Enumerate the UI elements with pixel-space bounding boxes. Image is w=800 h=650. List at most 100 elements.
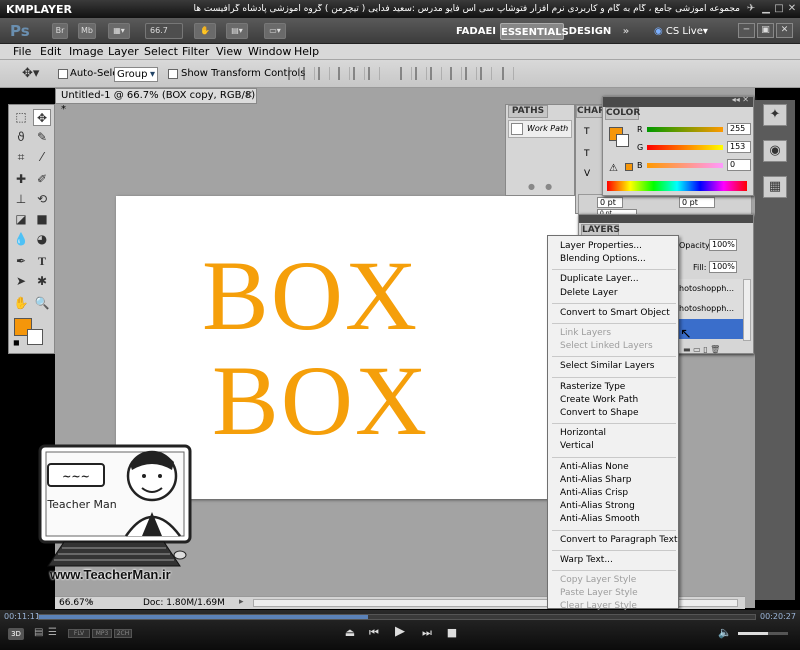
blur-tool-icon[interactable]: 💧 — [12, 231, 30, 248]
zoom-tool-icon[interactable]: 🔍 — [33, 295, 51, 312]
navigator-icon[interactable]: ✦ — [763, 104, 787, 126]
quick-select-tool-icon[interactable]: ✎ — [33, 129, 51, 146]
more-workspaces-icon[interactable]: » — [616, 23, 636, 40]
character-tab[interactable]: CHAR — [576, 105, 605, 118]
b-value[interactable]: 0 — [727, 159, 751, 171]
layer-row-2[interactable]: hotoshopph... — [679, 299, 743, 319]
lasso-tool-icon[interactable]: ϑ — [12, 129, 30, 146]
default-colors-icon[interactable]: ◼ — [13, 338, 20, 347]
playlist-icon[interactable]: ▤ — [34, 627, 43, 638]
menu-item-anti-alias-strong[interactable]: Anti-Alias Strong — [560, 500, 635, 512]
menu-edit[interactable]: Edit — [40, 45, 61, 58]
workspace-essentials[interactable]: ESSENTIALS — [500, 23, 569, 40]
menu-item-anti-alias-crisp[interactable]: Anti-Alias Crisp — [560, 487, 628, 499]
menu-item-rasterize-type[interactable]: Rasterize Type — [560, 381, 625, 393]
color-ramp[interactable] — [607, 181, 747, 191]
document-tab[interactable]: Untitled-1 @ 66.7% (BOX copy, RGB/8) * ✕ — [55, 88, 257, 115]
type-tool-icon[interactable]: T — [33, 253, 51, 270]
websafe-swatch[interactable] — [625, 163, 633, 171]
b-slider[interactable] — [647, 163, 723, 168]
canvas-text-box-1[interactable]: BOX — [202, 246, 419, 346]
menu-filter[interactable]: Filter — [182, 45, 209, 58]
menu-item-create-work-path[interactable]: Create Work Path — [560, 394, 638, 406]
layers-footer-icons[interactable]: ▬ ▭ ▯ 🗑 — [683, 345, 720, 354]
menu-item-anti-alias-sharp[interactable]: Anti-Alias Sharp — [560, 474, 632, 486]
align-left-icon[interactable] — [338, 67, 350, 80]
hand-tool-icon-2[interactable]: ✋ — [12, 295, 30, 312]
layers-scrollbar[interactable] — [743, 279, 751, 341]
view-extras-icon[interactable]: ▦▾ — [108, 23, 130, 39]
menu-select[interactable]: Select — [144, 45, 178, 58]
menu-item-duplicate-layer[interactable]: Duplicate Layer... — [560, 273, 639, 285]
history-brush-tool-icon[interactable]: ⟲ — [33, 191, 51, 208]
char-size-icon[interactable]: T — [584, 149, 590, 159]
char-field-2[interactable]: 0 pt — [679, 197, 715, 208]
menu-item-warp-text[interactable]: Warp Text... — [560, 554, 613, 566]
eyedropper-tool-icon[interactable]: ⁄ — [33, 149, 51, 166]
align-right-icon[interactable] — [368, 67, 380, 80]
ps-restore-icon[interactable]: ▣ — [757, 23, 774, 38]
color-panel-header[interactable]: ◂◂ ✕ — [603, 95, 753, 107]
distribute-hcenter-icon[interactable] — [465, 67, 477, 80]
bridge-icon[interactable]: Br — [52, 23, 68, 39]
equalizer-icon[interactable]: ☰ — [48, 627, 57, 638]
next-icon[interactable]: ⏭ — [420, 626, 434, 640]
auto-select-checkbox[interactable] — [58, 69, 68, 79]
char-font-icon[interactable]: T — [584, 127, 590, 137]
menu-item-convert-to-smart-object[interactable]: Convert to Smart Object — [560, 307, 670, 319]
move-tool-preset-icon[interactable]: ✥▾ — [22, 66, 39, 81]
warning-icon[interactable]: ⚠ — [609, 163, 618, 174]
menu-help[interactable]: Help — [294, 45, 319, 58]
align-bottom-icon[interactable] — [318, 67, 330, 80]
layers-panel-header[interactable] — [579, 215, 753, 223]
menu-item-delete-layer[interactable]: Delete Layer — [560, 287, 618, 299]
fill-field[interactable]: 100% — [709, 261, 737, 273]
show-transform-checkbox[interactable] — [168, 69, 178, 79]
r-value[interactable]: 255 — [727, 123, 751, 135]
menu-window[interactable]: Window — [248, 45, 291, 58]
g-value[interactable]: 153 — [727, 141, 751, 153]
menu-item-convert-to-shape[interactable]: Convert to Shape — [560, 407, 639, 419]
menu-item-anti-alias-none[interactable]: Anti-Alias None — [560, 461, 629, 473]
arrange-docs-icon[interactable]: ▤▾ — [226, 23, 248, 39]
layer-row-1[interactable]: hotoshopph... — [679, 279, 743, 299]
styles-icon[interactable]: ◉ — [763, 140, 787, 162]
align-hcenter-icon[interactable] — [353, 67, 365, 80]
distribute-top-icon[interactable] — [400, 67, 412, 80]
dodge-tool-icon[interactable]: ◕ — [33, 231, 51, 248]
workspace-design[interactable]: DESIGN — [568, 23, 612, 40]
workspace-fadaei[interactable]: FADAEI — [453, 23, 499, 40]
healing-brush-tool-icon[interactable]: ✚ — [12, 171, 30, 188]
paths-item[interactable]: Work Path — [508, 120, 572, 138]
menu-item-vertical[interactable]: Vertical — [560, 440, 594, 452]
collapse-icon[interactable]: ◂◂ ✕ — [732, 95, 749, 104]
align-vcenter-icon[interactable] — [303, 67, 315, 80]
eraser-tool-icon[interactable]: ◪ — [12, 211, 30, 228]
menu-item-blending-options[interactable]: Blending Options... — [560, 253, 646, 265]
menu-image[interactable]: Image — [69, 45, 103, 58]
auto-align-icon[interactable] — [502, 67, 514, 80]
char-track-icon[interactable]: V — [584, 169, 590, 179]
zoom-level-field[interactable]: 66.7 — [145, 23, 183, 39]
mini-bridge-icon[interactable]: Mb — [78, 23, 96, 39]
distribute-right-icon[interactable] — [480, 67, 492, 80]
menu-view[interactable]: View — [216, 45, 242, 58]
hand-tool-icon[interactable]: ✋ — [194, 23, 216, 39]
zoom-status-icon[interactable]: ▸ — [89, 597, 94, 607]
pen-tool-icon[interactable]: ✒ — [12, 253, 30, 270]
play-icon[interactable]: ▶ — [393, 624, 407, 639]
pin-icon[interactable]: ✈ — [745, 3, 757, 15]
cs-live-button[interactable]: ◉ CS Live▾ — [654, 23, 708, 40]
close-icon[interactable]: ✕ — [786, 3, 798, 15]
clone-stamp-tool-icon[interactable]: ⊥ — [12, 191, 30, 208]
tab-close-icon[interactable]: ✕ — [245, 89, 253, 103]
r-slider[interactable] — [647, 127, 723, 132]
distribute-vcenter-icon[interactable] — [415, 67, 427, 80]
brush-tool-icon[interactable]: ✐ — [33, 171, 51, 188]
status-menu-icon[interactable]: ▸ — [239, 597, 244, 607]
menu-file[interactable]: File — [13, 45, 31, 58]
eject-icon[interactable]: ⏏ — [343, 626, 357, 639]
ps-close-icon[interactable]: ✕ — [776, 23, 793, 38]
teacher-man-url[interactable]: www.TeacherMan.ir — [50, 567, 171, 582]
paths-tab[interactable]: PATHS — [508, 105, 548, 118]
